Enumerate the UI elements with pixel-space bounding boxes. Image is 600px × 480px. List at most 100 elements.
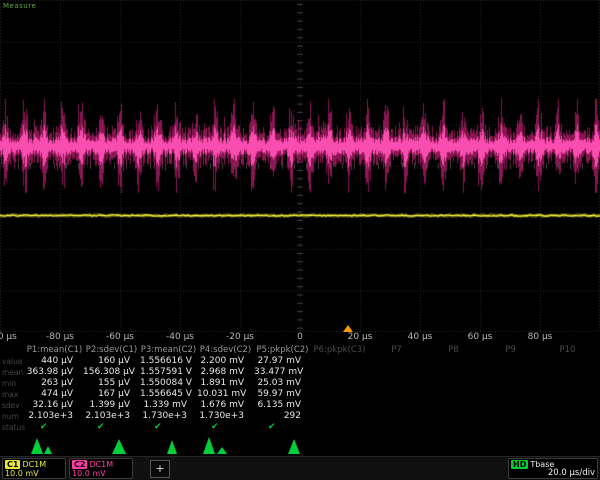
status-check-icon: ✔ bbox=[26, 422, 83, 433]
measurement-value bbox=[482, 389, 539, 400]
measurement-value: 440 µV bbox=[26, 356, 83, 367]
c1-coupling: DC1M bbox=[22, 460, 46, 469]
measurement-value bbox=[311, 367, 368, 378]
top-status-label: Measure bbox=[3, 2, 36, 10]
measurement-value bbox=[368, 367, 425, 378]
param-header[interactable]: P6:pkpk(C3) bbox=[311, 345, 368, 356]
time-axis-label: 20 µs bbox=[348, 332, 373, 342]
waveform-display[interactable]: Measure bbox=[0, 0, 600, 332]
histicon-strip bbox=[0, 433, 600, 457]
measurement-value: 1.891 mV bbox=[197, 378, 254, 389]
c2-scale: 10.0 mV bbox=[72, 469, 130, 478]
c1-scale: 10.0 mV bbox=[5, 469, 63, 478]
bottom-bar-spacer bbox=[173, 458, 505, 479]
status-check-icon: ✔ bbox=[197, 422, 254, 433]
status-check-icon bbox=[425, 422, 482, 433]
param-header[interactable]: P9 bbox=[482, 345, 539, 356]
param-header[interactable]: P3:mean(C2) bbox=[140, 345, 197, 356]
measurement-value: 32.16 µV bbox=[26, 400, 83, 411]
measurement-value bbox=[425, 389, 482, 400]
measurement-value bbox=[425, 356, 482, 367]
measurement-value: 263 µV bbox=[26, 378, 83, 389]
measurement-value bbox=[425, 378, 482, 389]
measurement-value: 1.676 mV bbox=[197, 400, 254, 411]
measurement-value bbox=[539, 389, 596, 400]
measurement-value bbox=[368, 378, 425, 389]
c1-chip: C1 bbox=[5, 460, 20, 469]
time-axis-label: -80 µs bbox=[46, 332, 74, 342]
measurement-value: 1.556645 V bbox=[140, 389, 197, 400]
param-header[interactable]: P5:pkpk(C2) bbox=[254, 345, 311, 356]
measurement-value bbox=[425, 367, 482, 378]
timebase-descriptor[interactable]: HDTbase 20.0 µs/div bbox=[508, 458, 598, 479]
measurement-value: 1.730e+3 bbox=[140, 411, 197, 422]
measurement-value: 155 µV bbox=[83, 378, 140, 389]
measurement-value bbox=[311, 411, 368, 422]
measurement-value bbox=[539, 367, 596, 378]
row-label: num bbox=[0, 411, 26, 422]
measurement-value: 292 bbox=[254, 411, 311, 422]
measurement-value bbox=[539, 400, 596, 411]
c2-coupling: DC1M bbox=[89, 460, 113, 469]
bottom-bar: C1DC1M 10.0 mV C2DC1M 10.0 mV + HDTbase … bbox=[0, 456, 600, 480]
measurement-value: 474 µV bbox=[26, 389, 83, 400]
param-header[interactable]: P8 bbox=[425, 345, 482, 356]
measurement-value: 6.135 mV bbox=[254, 400, 311, 411]
measurement-value: 1.730e+3 bbox=[197, 411, 254, 422]
hd-badge: HD bbox=[511, 460, 528, 469]
param-histicon[interactable] bbox=[284, 434, 324, 456]
trigger-position-marker[interactable] bbox=[343, 325, 353, 332]
row-label bbox=[0, 345, 26, 356]
param-header[interactable]: P7 bbox=[368, 345, 425, 356]
measurement-table: P1:mean(C1)P2:sdev(C1)P3:mean(C2)P4:sdev… bbox=[0, 345, 600, 433]
time-axis-label: 40 µs bbox=[408, 332, 433, 342]
measurement-value bbox=[311, 400, 368, 411]
measurement-value: 33.477 mV bbox=[254, 367, 311, 378]
measurement-value bbox=[539, 356, 596, 367]
measurement-value: 59.97 mV bbox=[254, 389, 311, 400]
measurement-value: 1.550084 V bbox=[140, 378, 197, 389]
param-header[interactable]: P1:mean(C1) bbox=[26, 345, 83, 356]
measurement-value bbox=[539, 411, 596, 422]
measurement-value: 1.399 µV bbox=[83, 400, 140, 411]
measurement-value bbox=[311, 356, 368, 367]
measurement-value: 1.557591 V bbox=[140, 367, 197, 378]
row-label: mean bbox=[0, 367, 26, 378]
channel-descriptor-c1[interactable]: C1DC1M 10.0 mV bbox=[2, 458, 66, 479]
param-histicon[interactable] bbox=[28, 434, 68, 456]
param-histicon[interactable] bbox=[164, 434, 204, 456]
measurement-value bbox=[425, 411, 482, 422]
measurement-value: 167 µV bbox=[83, 389, 140, 400]
param-header[interactable]: P4:sdev(C2) bbox=[197, 345, 254, 356]
time-axis: -100 µs-80 µs-60 µs-40 µs-20 µs020 µs40 … bbox=[0, 332, 600, 345]
timebase-value: 20.0 µs/div bbox=[511, 469, 595, 478]
measurement-value: 2.200 mV bbox=[197, 356, 254, 367]
measurement-value: 25.03 mV bbox=[254, 378, 311, 389]
row-label: max bbox=[0, 389, 26, 400]
time-axis-label: 80 µs bbox=[528, 332, 553, 342]
param-histicon[interactable] bbox=[108, 434, 148, 456]
status-check-icon bbox=[311, 422, 368, 433]
measurement-value bbox=[368, 356, 425, 367]
measurement-value: 363.98 µV bbox=[26, 367, 83, 378]
add-button[interactable]: + bbox=[150, 460, 170, 478]
measurement-value: 1.556616 V bbox=[140, 356, 197, 367]
waveform-canvas[interactable] bbox=[0, 0, 600, 332]
param-header[interactable]: P2:sdev(C1) bbox=[83, 345, 140, 356]
measurement-value bbox=[368, 411, 425, 422]
time-axis-label: 60 µs bbox=[468, 332, 493, 342]
measurement-value bbox=[482, 411, 539, 422]
measurement-value: 2.103e+3 bbox=[26, 411, 83, 422]
time-axis-label: -100 µs bbox=[0, 332, 17, 342]
measurement-value: 160 µV bbox=[83, 356, 140, 367]
param-histicon[interactable] bbox=[200, 434, 240, 456]
measurement-value: 10.031 mV bbox=[197, 389, 254, 400]
row-label: value bbox=[0, 356, 26, 367]
status-check-icon: ✔ bbox=[83, 422, 140, 433]
measurement-value: 2.103e+3 bbox=[83, 411, 140, 422]
measurement-value: 1.339 mV bbox=[140, 400, 197, 411]
channel-descriptor-c2[interactable]: C2DC1M 10.0 mV bbox=[69, 458, 133, 479]
c2-chip: C2 bbox=[72, 460, 87, 469]
time-axis-label: -40 µs bbox=[166, 332, 194, 342]
param-header[interactable]: P10 bbox=[539, 345, 596, 356]
